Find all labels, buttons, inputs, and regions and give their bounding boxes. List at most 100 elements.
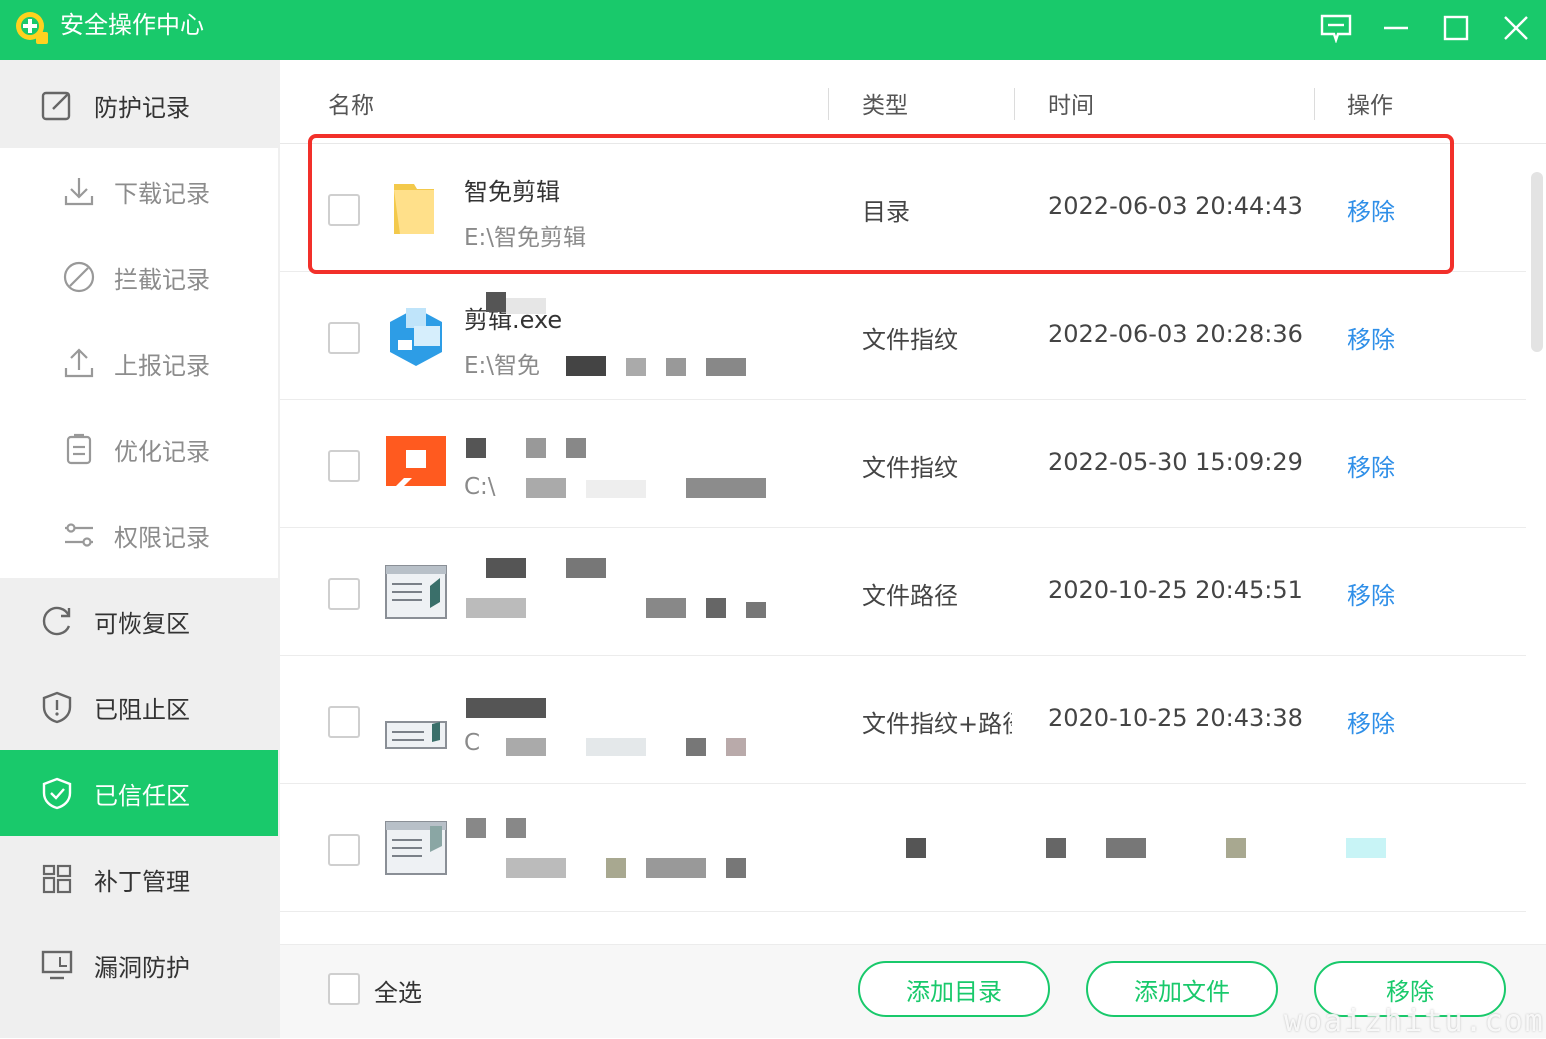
- add-directory-button[interactable]: 添加目录: [858, 961, 1050, 1017]
- blurred-region: [1106, 838, 1146, 858]
- item-time: 2022-06-03 20:44:43: [1048, 192, 1303, 220]
- select-all-label[interactable]: 全选: [374, 973, 422, 1008]
- sidebar-item-label: 上报记录: [114, 351, 210, 380]
- blurred-region: [566, 558, 606, 578]
- sidebar-item-label: 已信任区: [94, 781, 190, 810]
- maximize-icon: [1443, 15, 1469, 41]
- column-divider: [1014, 88, 1015, 120]
- blurred-region: [726, 738, 746, 756]
- row-checkbox[interactable]: [328, 194, 360, 226]
- item-type: 文件路径: [862, 582, 958, 610]
- item-path: E:\智免: [464, 353, 541, 379]
- column-action: 操作: [1347, 93, 1393, 119]
- add-file-button[interactable]: 添加文件: [1086, 961, 1278, 1017]
- blurred-region: [506, 818, 526, 838]
- scrollbar[interactable]: [1528, 172, 1546, 916]
- item-type: 目录: [862, 198, 910, 226]
- item-time: 2020-10-25 20:43:38: [1048, 704, 1303, 732]
- blurred-region: [466, 598, 526, 618]
- blurred-region: [666, 358, 686, 376]
- blurred-region: [486, 292, 506, 312]
- shield-check-icon: [40, 776, 74, 810]
- column-time: 时间: [1048, 93, 1094, 119]
- shield-alert-icon: [40, 690, 74, 724]
- blurred-region: [526, 438, 546, 458]
- blurred-region: [566, 438, 586, 458]
- blurred-region: [626, 358, 646, 376]
- sidebar-item-trusted[interactable]: 已信任区: [0, 750, 278, 836]
- app-icon: [386, 436, 446, 488]
- sidebar-item-permission-records[interactable]: 权限记录: [0, 492, 278, 578]
- select-all-checkbox[interactable]: [328, 973, 360, 1005]
- blurred-region: [606, 858, 626, 878]
- remove-link[interactable]: 移除: [1347, 704, 1395, 739]
- maximize-button[interactable]: [1436, 10, 1476, 46]
- sidebar-item-label: 拦截记录: [114, 265, 210, 294]
- sidebar-item-patch-management[interactable]: 补丁管理: [0, 836, 278, 922]
- sidebar-item-vulnerability-protection[interactable]: 漏洞防护: [0, 922, 278, 1008]
- blurred-region: [526, 478, 566, 498]
- blurred-region: [586, 480, 646, 498]
- row-checkbox[interactable]: [328, 834, 360, 866]
- row-checkbox[interactable]: [328, 450, 360, 482]
- row-checkbox[interactable]: [328, 706, 360, 738]
- sidebar-item-blocked[interactable]: 已阻止区: [0, 664, 278, 750]
- table-header: 名称 类型 时间 操作: [280, 60, 1546, 144]
- close-icon: [1504, 16, 1528, 40]
- blurred-region: [646, 858, 706, 878]
- blurred-region: [466, 438, 486, 458]
- blurred-region: [686, 738, 706, 756]
- feedback-button[interactable]: [1316, 10, 1356, 46]
- blurred-region: [506, 298, 546, 314]
- blurred-region: [906, 838, 926, 858]
- table-row: 文件路径 2020-10-25 20:45:51 移除: [280, 528, 1526, 656]
- blurred-region: [746, 602, 766, 618]
- blurred-region: [586, 738, 646, 756]
- sidebar-item-recoverable[interactable]: 可恢复区: [0, 578, 278, 664]
- sidebar-item-label: 补丁管理: [94, 867, 190, 896]
- table-row: C:\ 文件指纹 2022-05-30 15:09:29 移除: [280, 400, 1526, 528]
- remove-link[interactable]: 移除: [1347, 192, 1395, 227]
- upload-icon: [62, 346, 96, 380]
- row-checkbox[interactable]: [328, 322, 360, 354]
- minimize-button[interactable]: [1376, 10, 1416, 46]
- folder-icon: [394, 184, 434, 234]
- sidebar-item-label: 漏洞防护: [94, 953, 190, 982]
- sidebar-item-intercept-records[interactable]: 拦截记录: [0, 234, 278, 320]
- column-name: 名称: [328, 93, 374, 119]
- grid-icon: [40, 862, 74, 896]
- edit-icon: [40, 88, 74, 122]
- app-logo-icon: [16, 12, 48, 44]
- blurred-region: [506, 738, 546, 756]
- blurred-region: [706, 358, 746, 376]
- sidebar-item-upload-records[interactable]: 上报记录: [0, 320, 278, 406]
- blurred-region: [646, 598, 686, 618]
- remove-link[interactable]: 移除: [1347, 576, 1395, 611]
- sidebar-item-protection-records[interactable]: 防护记录: [0, 62, 278, 148]
- blurred-region: [686, 478, 766, 498]
- sidebar-item-label: 已阻止区: [94, 695, 190, 724]
- item-name: 智免剪辑: [464, 178, 560, 206]
- remove-link[interactable]: 移除: [1347, 320, 1395, 355]
- sidebar-item-download-records[interactable]: 下载记录: [0, 148, 278, 234]
- window-icon: [385, 565, 447, 619]
- block-icon: [62, 260, 96, 294]
- sidebar-item-optimize-records[interactable]: 优化记录: [0, 406, 278, 492]
- table-row: C 文件指纹+路径 2020-10-25 20:43:38 移除: [280, 656, 1526, 784]
- monitor-icon: [40, 948, 74, 982]
- remove-link[interactable]: 移除: [1347, 448, 1395, 483]
- close-button[interactable]: [1496, 10, 1536, 46]
- minimize-icon: [1384, 26, 1408, 30]
- sidebar-item-label: 权限记录: [114, 523, 210, 552]
- scrollbar-thumb[interactable]: [1531, 172, 1543, 352]
- item-type: 文件指纹+路径: [862, 710, 1012, 738]
- table-row: 剪辑.exe E:\智免 文件指纹 2022-06-03 20:28:36 移除: [280, 272, 1526, 400]
- item-time: 2022-06-03 20:28:36: [1048, 320, 1303, 348]
- column-type: 类型: [862, 93, 908, 119]
- blurred-region: [706, 598, 726, 618]
- sidebar-item-label: 可恢复区: [94, 609, 190, 638]
- blurred-region: [726, 858, 746, 878]
- blurred-region: [466, 698, 546, 718]
- item-time: 2020-10-25 20:45:51: [1048, 576, 1303, 604]
- row-checkbox[interactable]: [328, 578, 360, 610]
